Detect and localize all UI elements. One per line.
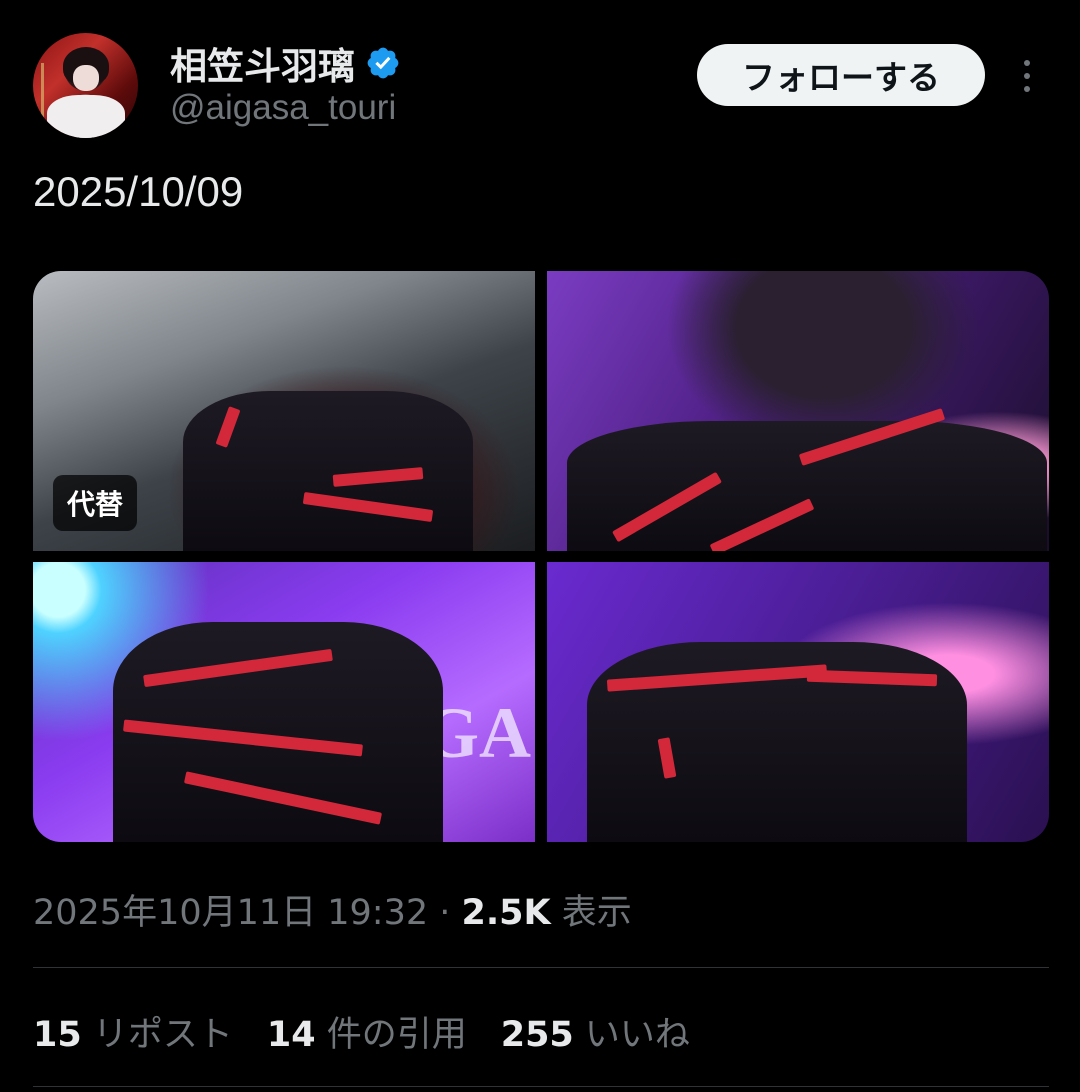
- likes-stat[interactable]: 255 いいね: [501, 1006, 690, 1057]
- author-display-name-row[interactable]: 相笠斗羽璃: [170, 36, 401, 90]
- tweet-timestamp[interactable]: 2025年10月11日 19:32: [33, 893, 428, 933]
- quotes-stat[interactable]: 14 件の引用: [267, 1006, 467, 1057]
- author-avatar[interactable]: [33, 33, 138, 138]
- likes-label: いいね: [573, 1015, 690, 1055]
- divider: [33, 1086, 1049, 1087]
- photo-subject: [567, 421, 1047, 551]
- more-dot: [1024, 86, 1030, 92]
- quotes-count: 14: [266, 1015, 316, 1055]
- more-dot: [1024, 73, 1030, 79]
- views-label: 表示: [550, 893, 632, 933]
- quotes-label: 件の引用: [315, 1015, 467, 1055]
- reposts-count: 15: [33, 1015, 82, 1055]
- meta-separator: ·: [428, 893, 462, 933]
- avatar-detail: [47, 95, 125, 138]
- verified-badge-icon: [367, 47, 399, 79]
- tweet-meta: 2025年10月11日 19:32 · 2.5K 表示: [33, 884, 632, 935]
- alt-text-badge[interactable]: 代替: [53, 475, 138, 531]
- media-photo-2[interactable]: [547, 271, 1049, 551]
- avatar-detail: [73, 65, 99, 91]
- tweet-text: 2025/10/09: [33, 168, 244, 215]
- media-grid: 代替 GA: [33, 271, 1049, 842]
- engagement-stats: 15 リポスト 14 件の引用 255 いいね: [33, 1006, 690, 1057]
- author-display-name[interactable]: 相笠斗羽璃: [170, 36, 355, 90]
- author-handle[interactable]: @aigasa_touri: [170, 88, 396, 128]
- media-photo-4[interactable]: [547, 562, 1049, 842]
- more-vertical-icon[interactable]: [1012, 54, 1042, 98]
- divider: [33, 967, 1049, 968]
- reposts-stat[interactable]: 15 リポスト: [33, 1006, 233, 1057]
- follow-button[interactable]: フォローする: [697, 44, 985, 106]
- media-photo-1[interactable]: 代替: [33, 271, 535, 551]
- reposts-label: リポスト: [81, 1015, 233, 1055]
- media-photo-3[interactable]: GA: [33, 562, 535, 842]
- more-dot: [1024, 60, 1030, 66]
- views-count: 2.5K: [461, 893, 551, 933]
- likes-count: 255: [500, 1015, 574, 1055]
